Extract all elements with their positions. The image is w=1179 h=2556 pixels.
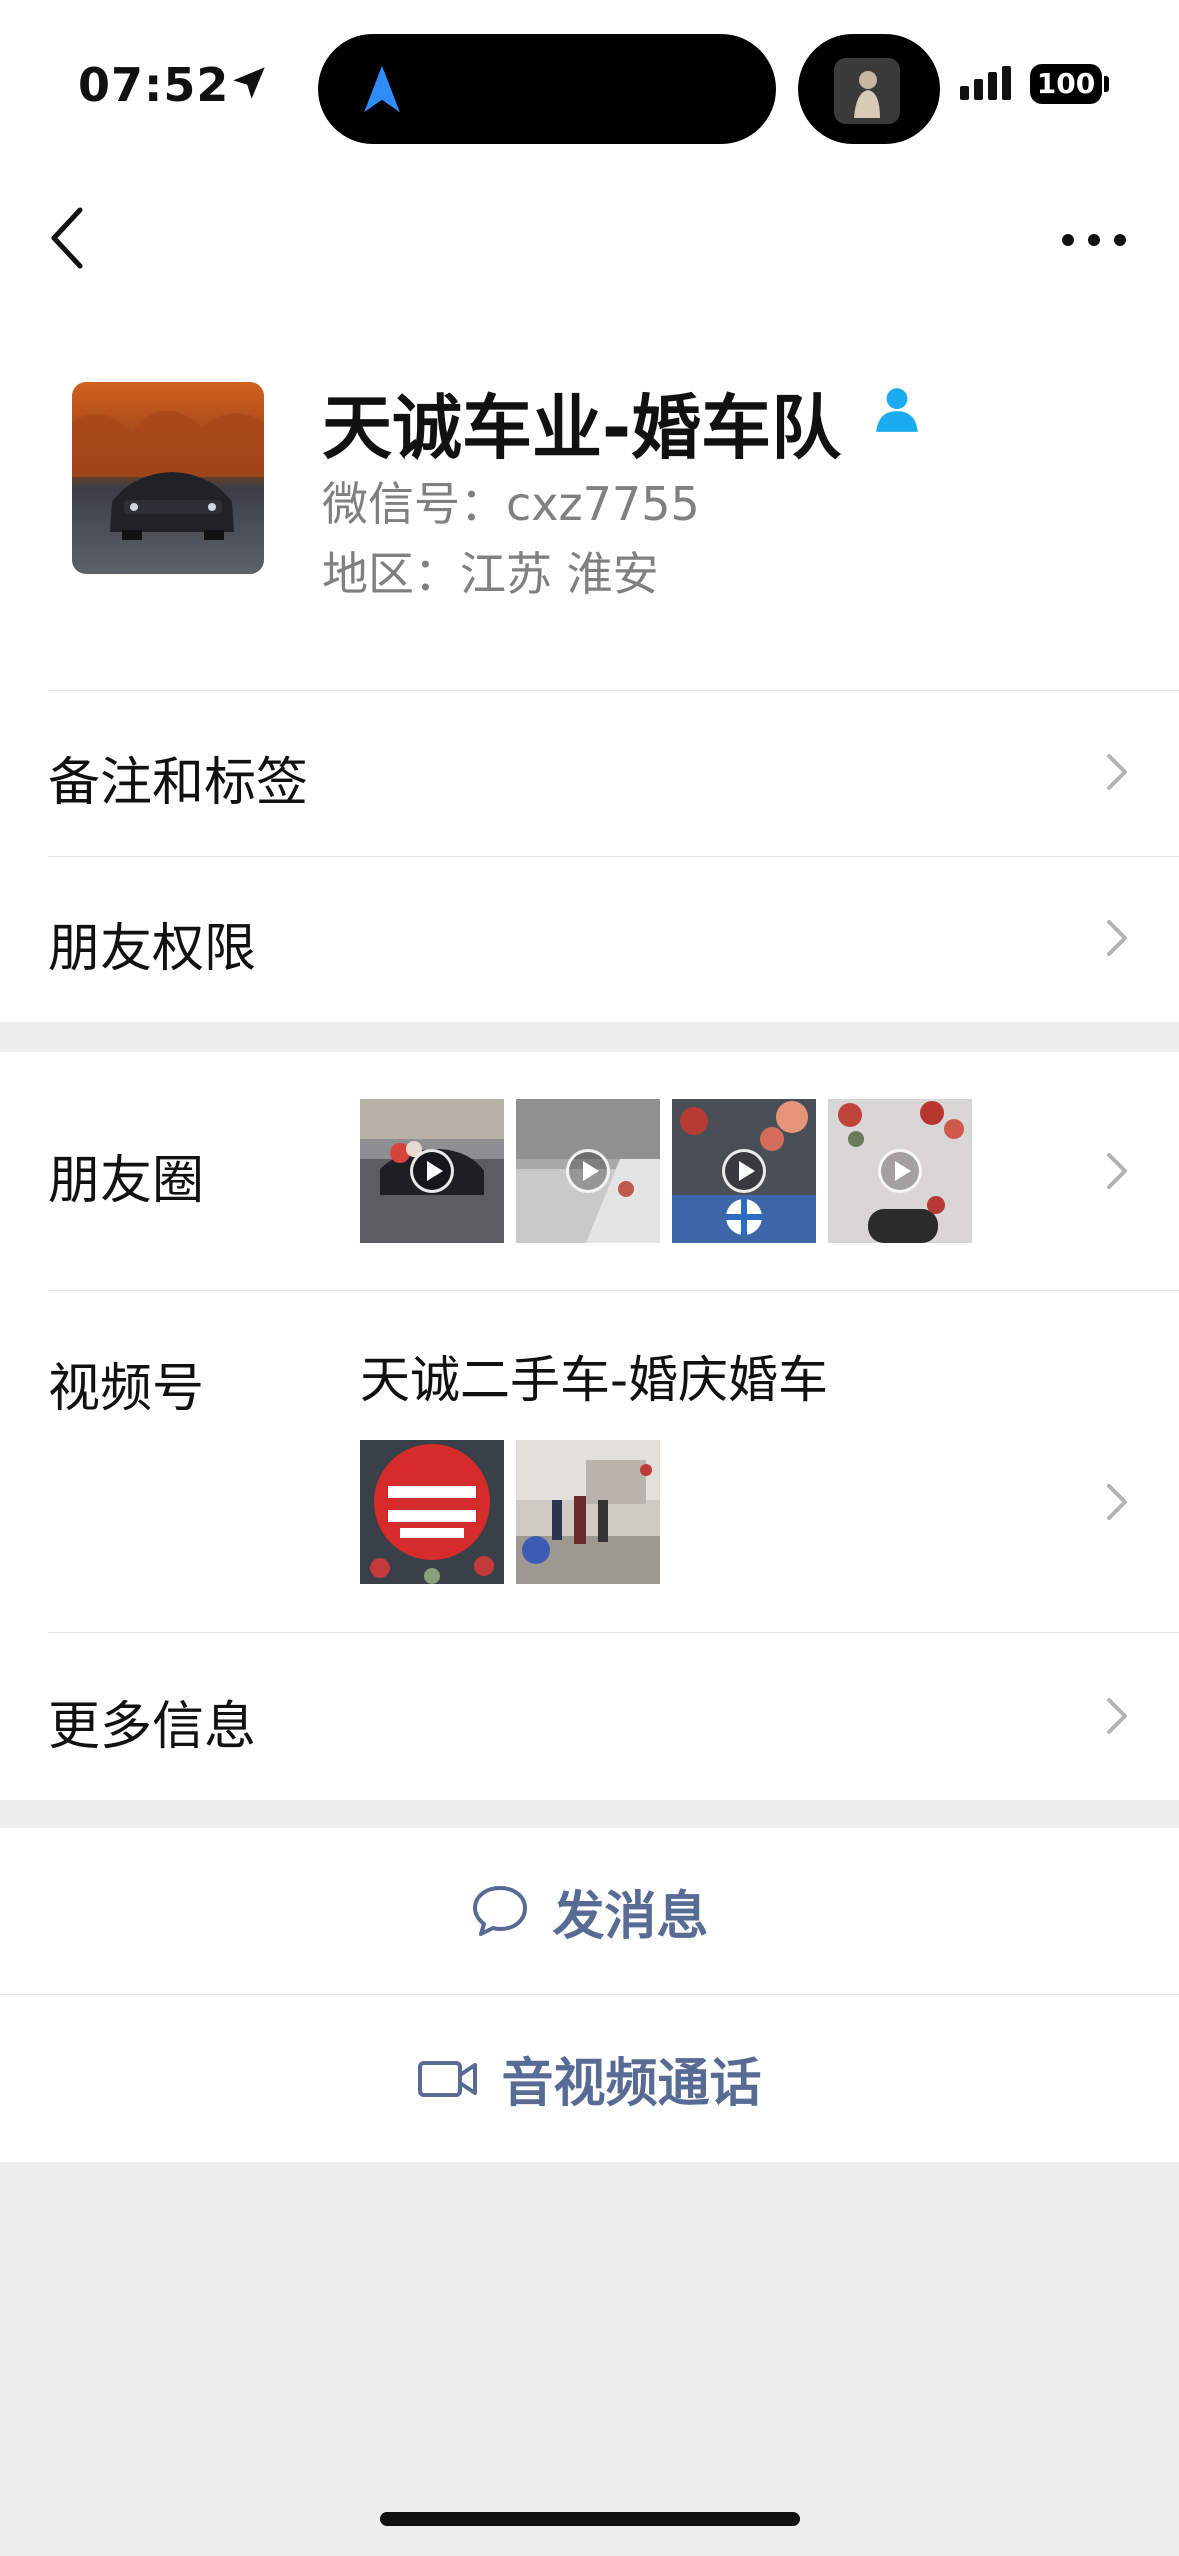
play-icon bbox=[878, 1149, 922, 1193]
row-more-info[interactable]: 更多信息 bbox=[0, 1632, 1179, 1800]
content-section: 朋友圈 视频号 天诚二手车-婚庆婚车 更多信息 bbox=[0, 1052, 1179, 1800]
chat-bubble-icon bbox=[473, 1886, 528, 1936]
play-icon bbox=[566, 1149, 610, 1193]
signal-icon bbox=[960, 66, 1011, 100]
dynamic-island-media[interactable] bbox=[798, 34, 940, 144]
row-notes-tags[interactable]: 备注和标签 bbox=[0, 690, 1179, 856]
row-label: 更多信息 bbox=[48, 1697, 257, 1757]
nav-header bbox=[0, 170, 1179, 310]
verified-person-icon bbox=[876, 388, 918, 432]
chevron-right-icon bbox=[1107, 920, 1127, 956]
back-icon[interactable] bbox=[40, 198, 100, 278]
channel-thumbnail[interactable] bbox=[516, 1440, 660, 1584]
wechat-id: 微信号：cxz7755 bbox=[322, 477, 700, 531]
chevron-right-icon bbox=[1107, 1484, 1127, 1520]
navigation-icon bbox=[364, 65, 400, 113]
video-call-label: 音视频通话 bbox=[501, 2054, 762, 2114]
send-message-label: 发消息 bbox=[552, 1886, 709, 1947]
play-icon bbox=[722, 1149, 766, 1193]
chevron-right-icon bbox=[1107, 754, 1127, 790]
dynamic-island-navigation[interactable] bbox=[318, 34, 776, 144]
moment-thumbnail[interactable] bbox=[672, 1099, 816, 1243]
row-label: 朋友圈 bbox=[48, 1151, 205, 1211]
more-icon[interactable] bbox=[1060, 212, 1130, 262]
status-time: 07:52 bbox=[78, 58, 230, 112]
channel-thumbnail[interactable] bbox=[360, 1440, 504, 1584]
status-bar: 07:52 100 bbox=[0, 0, 1179, 170]
video-camera-icon bbox=[418, 2060, 478, 2097]
row-label: 视频号 bbox=[48, 1359, 205, 1419]
moment-thumbnail[interactable] bbox=[828, 1099, 972, 1243]
video-call-button[interactable]: 音视频通话 bbox=[0, 1995, 1179, 2162]
chevron-right-icon bbox=[1107, 1153, 1127, 1189]
battery-icon: 100 bbox=[1030, 64, 1102, 104]
profile-card: 天诚车业-婚车队 微信号：cxz7755 地区：江苏 淮安 bbox=[0, 310, 1179, 690]
avatar[interactable] bbox=[72, 382, 264, 574]
media-thumbnail bbox=[834, 58, 900, 124]
row-channels[interactable]: 视频号 天诚二手车-婚庆婚车 bbox=[0, 1290, 1179, 1632]
row-label: 朋友权限 bbox=[48, 919, 257, 979]
row-moments[interactable]: 朋友圈 bbox=[0, 1052, 1179, 1290]
play-icon bbox=[410, 1149, 454, 1193]
chevron-right-icon bbox=[1107, 1698, 1127, 1734]
home-indicator[interactable] bbox=[380, 2512, 800, 2526]
settings-section: 备注和标签 朋友权限 bbox=[0, 690, 1179, 1022]
row-label: 备注和标签 bbox=[48, 753, 309, 813]
battery-tip bbox=[1104, 76, 1109, 92]
moment-thumbnail[interactable] bbox=[360, 1099, 504, 1243]
contact-name: 天诚车业-婚车队 bbox=[322, 387, 842, 469]
region: 地区：江苏 淮安 bbox=[322, 547, 659, 601]
row-friend-permissions[interactable]: 朋友权限 bbox=[0, 856, 1179, 1022]
channel-name: 天诚二手车-婚庆婚车 bbox=[360, 1351, 829, 1409]
actions-section: 发消息 音视频通话 bbox=[0, 1828, 1179, 2162]
send-message-button[interactable]: 发消息 bbox=[0, 1828, 1179, 1994]
moment-thumbnail[interactable] bbox=[516, 1099, 660, 1243]
location-arrow-icon bbox=[233, 67, 265, 99]
